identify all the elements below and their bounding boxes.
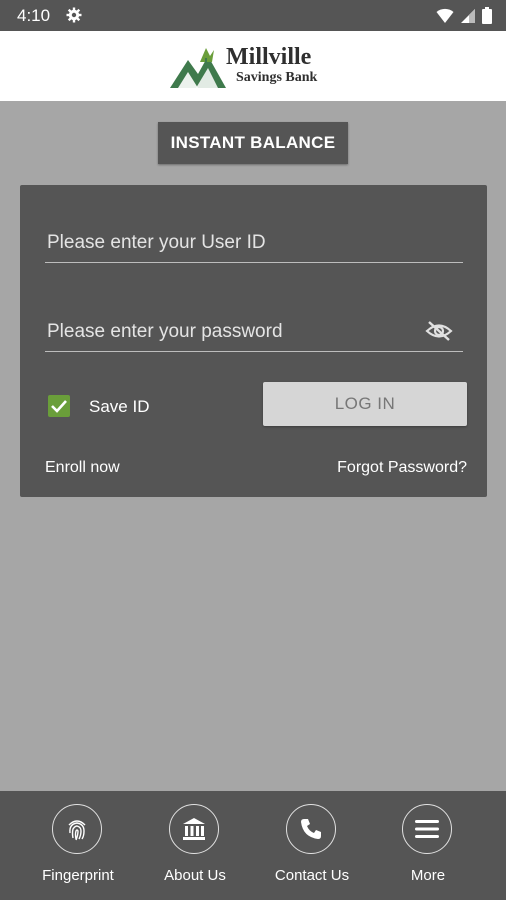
nav-label-contact-us: Contact Us — [274, 867, 350, 884]
status-icons — [436, 7, 492, 24]
save-id-checkbox[interactable] — [48, 395, 70, 417]
hide-password-eye-icon[interactable] — [425, 320, 453, 342]
more-button-circle[interactable] — [402, 804, 452, 854]
password-field-container — [45, 307, 463, 352]
login-card: Save ID LOG IN Enroll now Forgot Passwor… — [20, 185, 487, 497]
fingerprint-button-circle[interactable] — [52, 804, 102, 854]
status-time: 4:10 — [17, 6, 51, 25]
nav-label-about-us: About Us — [164, 867, 226, 884]
save-id-label: Save ID — [89, 397, 150, 416]
nav-label-fingerprint: Fingerprint — [42, 867, 114, 884]
checkmark-icon — [51, 400, 67, 413]
battery-icon — [482, 7, 492, 24]
nav-item-about-us[interactable]: About Us — [140, 804, 250, 894]
about-us-button-circle[interactable] — [169, 804, 219, 854]
nav-label-more: More — [410, 867, 446, 884]
user-id-input[interactable] — [45, 228, 419, 258]
menu-icon — [415, 820, 439, 838]
wifi-icon — [436, 8, 454, 23]
nav-item-more[interactable]: More — [373, 804, 483, 894]
signal-icon — [461, 8, 475, 23]
instant-balance-button[interactable]: INSTANT BALANCE — [158, 122, 348, 164]
logo-subtitle: Savings Bank — [236, 70, 318, 85]
phone-icon — [301, 819, 321, 839]
password-input[interactable] — [45, 317, 419, 347]
status-bar: 4:10 — [0, 0, 506, 31]
bank-icon — [183, 818, 205, 840]
bank-logo: Millville Savings Bank — [170, 44, 340, 90]
contact-us-button-circle[interactable] — [286, 804, 336, 854]
enroll-now-link[interactable]: Enroll now — [45, 459, 120, 477]
fingerprint-icon — [68, 820, 86, 841]
user-id-field-container — [45, 218, 463, 263]
nav-item-contact-us[interactable]: Contact Us — [257, 804, 367, 894]
nav-item-fingerprint[interactable]: Fingerprint — [23, 804, 133, 894]
logo-name: Millville — [226, 44, 312, 70]
login-button[interactable]: LOG IN — [263, 382, 467, 426]
app-header: Millville Savings Bank — [0, 31, 506, 101]
bottom-nav: Fingerprint About Us Contact Us More — [0, 791, 506, 900]
settings-gear-icon — [66, 7, 82, 23]
forgot-password-link[interactable]: Forgot Password? — [337, 459, 467, 477]
